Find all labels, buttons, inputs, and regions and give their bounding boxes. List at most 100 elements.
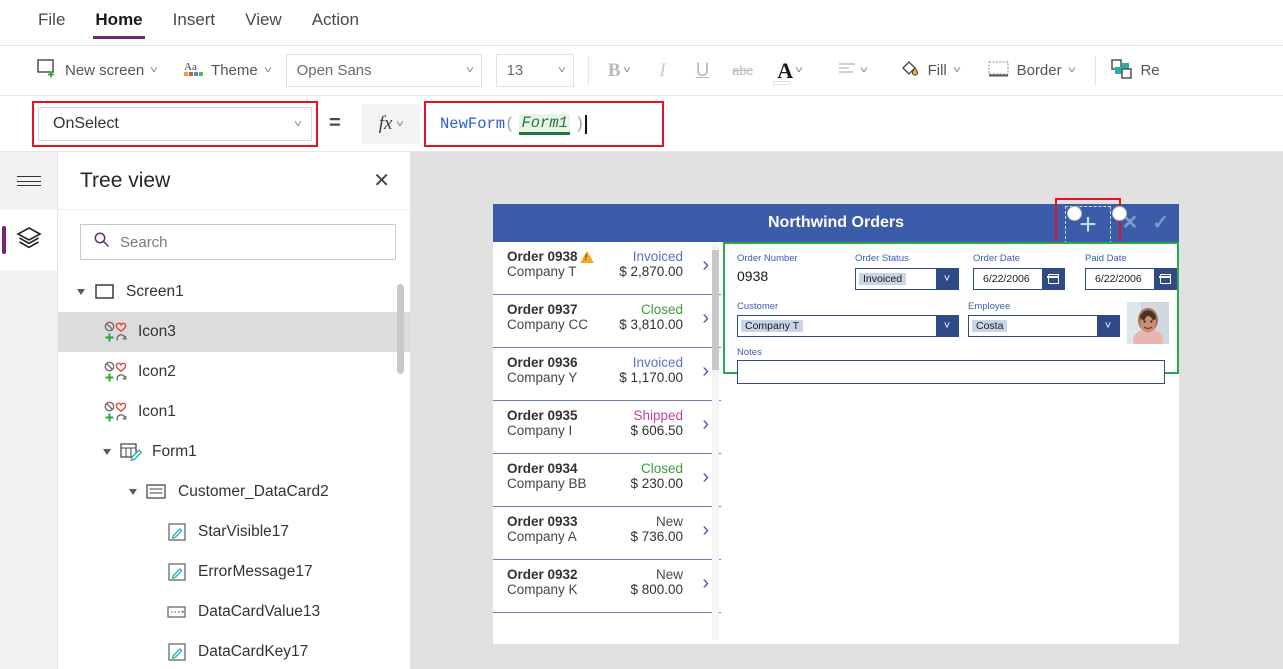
label-icon [162, 523, 192, 542]
tree-scrollbar-thumb[interactable] [397, 284, 404, 374]
chevron-down-icon[interactable]: ˅ [1097, 316, 1119, 336]
tree-scrollbar[interactable] [397, 276, 404, 668]
notes-input[interactable] [737, 360, 1165, 384]
tree-node-label: StarVisible17 [198, 523, 289, 541]
gallery-row[interactable]: Order 0938 Invoiced Company T $ 2,870.00… [493, 242, 721, 295]
align-button[interactable]: ˅ [825, 54, 881, 88]
resize-handle-top-left[interactable] [1067, 206, 1082, 221]
dropdown-icon [162, 605, 192, 619]
menu-tab-view[interactable]: View [243, 6, 284, 39]
order-status-dropdown[interactable]: Invoiced ˅ [855, 268, 959, 290]
tree-node-label: Form1 [152, 443, 197, 461]
font-color-button[interactable]: A ˅ [763, 54, 817, 88]
chevron-down-icon: ˅ [396, 119, 404, 130]
paid-date-input[interactable]: 6/22/2006 [1085, 268, 1177, 290]
customer-dropdown[interactable]: Company T ˅ [737, 315, 959, 337]
italic-button[interactable]: I [643, 54, 683, 88]
tree-view-title: Tree view [80, 169, 170, 193]
menu-tab-home[interactable]: Home [93, 6, 144, 39]
label-icon [162, 643, 192, 662]
confirm-icon[interactable]: ✓ [1152, 213, 1169, 233]
reorder-button[interactable]: Re [1102, 54, 1168, 88]
tree-node-datacardvalue13[interactable]: DataCardValue13 [58, 592, 410, 632]
expander-icon[interactable] [98, 448, 116, 456]
strikethrough-button[interactable]: abc [723, 54, 763, 88]
tree-node-icon3[interactable]: Icon3 [58, 312, 410, 352]
order-date-input[interactable]: 6/22/2006 [973, 268, 1065, 290]
tree-node-icon1[interactable]: Icon1 [58, 392, 410, 432]
font-family-select[interactable]: Open Sans ˅ [286, 54, 482, 87]
order-number: Order 0933 [507, 514, 578, 529]
gallery-row[interactable]: Order 0934 Closed Company BB $ 230.00 › [493, 454, 721, 507]
order-amount: $ 3,810.00 [619, 317, 683, 332]
new-screen-button[interactable]: New screen ˅ [28, 54, 166, 88]
close-icon[interactable]: ✕ [373, 171, 390, 191]
tree-node-label: Icon2 [138, 363, 176, 381]
chevron-right-icon[interactable]: › [702, 254, 709, 277]
property-select[interactable]: OnSelect ˅ [38, 107, 312, 141]
order-number: Order 0932 [507, 567, 578, 582]
customer-value: Company T [741, 320, 803, 332]
expander-icon[interactable] [124, 488, 142, 496]
chevron-right-icon[interactable]: › [702, 413, 709, 436]
employee-dropdown[interactable]: Costa ˅ [968, 315, 1120, 337]
fill-button[interactable]: Fill ˅ [891, 54, 969, 88]
fx-expand-button[interactable]: fx ˅ [362, 104, 420, 144]
menu-toggle-button[interactable] [0, 152, 57, 210]
formula-function-name: NewForm [440, 115, 505, 133]
ribbon-divider [588, 56, 589, 86]
gallery-scrollbar-thumb[interactable] [712, 250, 719, 370]
form-icon [116, 443, 146, 461]
chevron-down-icon: ˅ [1067, 65, 1075, 76]
app-canvas[interactable]: Northwind Orders ✕ ✓ + [411, 152, 1283, 669]
employee-value: Costa [972, 320, 1007, 332]
chevron-right-icon[interactable]: › [702, 307, 709, 330]
border-button[interactable]: Border ˅ [979, 54, 1084, 88]
calendar-icon[interactable] [1042, 269, 1064, 289]
underline-button[interactable]: U [683, 54, 723, 88]
gallery-row[interactable]: Order 0935 Shipped Company I $ 606.50 › [493, 401, 721, 454]
order-company: Company A [507, 529, 577, 544]
chevron-down-icon[interactable]: ˅ [936, 269, 958, 289]
chevron-down-icon[interactable]: ˅ [936, 316, 958, 336]
bold-button[interactable]: B ˅ [595, 54, 643, 88]
formula-input[interactable]: NewForm(Form1) [426, 103, 662, 145]
gallery-row[interactable]: Order 0932 New Company K $ 800.00 › [493, 560, 721, 613]
chevron-right-icon[interactable]: › [702, 572, 709, 595]
gallery-scrollbar[interactable] [712, 244, 719, 640]
tree-node-errormessage17[interactable]: ErrorMessage17 [58, 552, 410, 592]
app-preview-screen: Northwind Orders ✕ ✓ + [493, 204, 1179, 644]
gallery-row[interactable]: Order 0933 New Company A $ 736.00 › [493, 507, 721, 560]
font-size-select[interactable]: 13 ˅ [496, 54, 574, 87]
tree-node-customer-datacard2[interactable]: Customer_DataCard2 [58, 472, 410, 512]
font-family-value: Open Sans [297, 62, 372, 79]
theme-button[interactable]: Aa Theme ˅ [174, 54, 280, 88]
orders-gallery[interactable]: Order 0938 Invoiced Company T $ 2,870.00… [493, 242, 721, 644]
order-form[interactable]: Order Number 0938 Order Status Invoiced … [723, 242, 1179, 374]
search-box[interactable] [80, 224, 396, 260]
rail-item-tree-view[interactable] [0, 210, 57, 270]
tree-node-starvisible17[interactable]: StarVisible17 [58, 512, 410, 552]
selection-box[interactable]: + [1065, 206, 1111, 244]
gallery-row[interactable]: Order 0937 Closed Company CC $ 3,810.00 … [493, 295, 721, 348]
tree-node-icon2[interactable]: Icon2 [58, 352, 410, 392]
tree-node-datacardkey17[interactable]: DataCardKey17 [58, 632, 410, 669]
chevron-right-icon[interactable]: › [702, 466, 709, 489]
calendar-icon[interactable] [1154, 269, 1176, 289]
chevron-right-icon[interactable]: › [702, 360, 709, 383]
order-number: Order 0936 [507, 355, 578, 370]
search-input[interactable] [120, 234, 383, 251]
tree-node-label: Icon1 [138, 403, 176, 421]
menu-tab-action[interactable]: Action [310, 6, 361, 39]
tree-node-form1[interactable]: Form1 [58, 432, 410, 472]
paid-date-label: Paid Date [1085, 253, 1127, 264]
menu-tab-file[interactable]: File [36, 6, 67, 39]
icon-set-icon [102, 401, 132, 423]
menu-tab-insert[interactable]: Insert [171, 6, 218, 39]
app-header: Northwind Orders ✕ ✓ + [493, 204, 1179, 242]
tree-node-screen1[interactable]: Screen1 [58, 272, 410, 312]
chevron-right-icon[interactable]: › [702, 519, 709, 542]
gallery-row[interactable]: Order 0936 Invoiced Company Y $ 1,170.00… [493, 348, 721, 401]
resize-handle-top-right[interactable] [1112, 206, 1127, 221]
expander-icon[interactable] [72, 288, 90, 296]
